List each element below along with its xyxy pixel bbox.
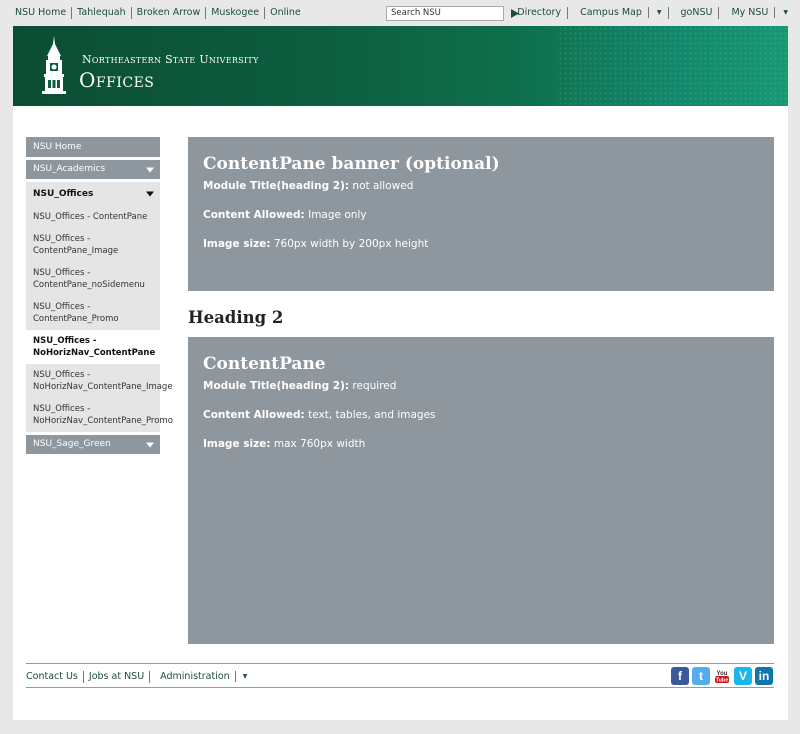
contentpane: ContentPane Module Title(heading 2): req… — [188, 337, 774, 644]
info-value: Image only — [308, 209, 367, 221]
sidebar-subitem-contentpane-promo[interactable]: NSU_Offices - ContentPane_Promo — [26, 296, 160, 330]
footer-administration-label: Administration — [155, 671, 236, 682]
pane-title: ContentPane — [203, 354, 326, 374]
search-input[interactable]: Search NSU — [386, 6, 504, 21]
campus-nav: NSU Home Tahlequah Broken Arrow Muskogee… — [10, 7, 306, 19]
university-name: Northeastern State University — [82, 53, 259, 66]
sidebar-subitem-contentpane[interactable]: NSU_Offices - ContentPane — [26, 206, 160, 228]
nav-directory[interactable]: Directory — [505, 7, 569, 19]
top-utility-bar: NSU Home Tahlequah Broken Arrow Muskogee… — [0, 0, 800, 26]
triangle-down-icon[interactable] — [146, 191, 154, 197]
facebook-icon[interactable]: f — [671, 667, 689, 685]
module-heading: Heading 2 — [188, 308, 284, 327]
info-label: Content Allowed: — [203, 209, 305, 221]
pane-info-line: Module Title(heading 2): not allowed — [203, 180, 759, 192]
nav-nsu-home[interactable]: NSU Home — [10, 7, 73, 19]
side-menu: NSU Home NSU_Academics NSU_Offices NSU_O… — [26, 137, 173, 454]
info-label: Module Title(heading 2): — [203, 180, 350, 192]
caret-down-icon: ▼ — [242, 673, 248, 680]
info-value: not allowed — [352, 180, 414, 192]
sidebar-subitem-nohoriznav-contentpane[interactable]: NSU_Offices - NoHorizNav_ContentPane — [26, 330, 160, 364]
vimeo-icon[interactable]: V — [734, 667, 752, 685]
page-container: Northeastern State University Offices NS… — [13, 26, 788, 720]
footer-nav: Contact Us Jobs at NSU Administration ▼ — [21, 671, 257, 683]
caret-down-icon: ▼ — [783, 9, 788, 16]
sidebar-item-label: NSU_Academics — [33, 164, 106, 174]
pane-info-line: Content Allowed: text, tables, and image… — [203, 409, 759, 421]
sidebar-subitem-nohoriznav-contentpane-image[interactable]: NSU_Offices - NoHorizNav_ContentPane_Ima… — [26, 364, 173, 398]
nav-my-nsu[interactable]: My NSU ▼ — [719, 7, 788, 19]
svg-text:Tube: Tube — [716, 678, 729, 684]
sidebar-item-label: NSU_Offices — [33, 189, 94, 199]
info-value: max 760px width — [273, 438, 366, 450]
info-value: text, tables, and images — [308, 409, 436, 421]
sidebar-item-offices[interactable]: NSU_Offices — [26, 182, 160, 206]
utility-nav: Directory Campus Map ▼ goNSU My NSU ▼ — [505, 7, 788, 19]
pane-info-line: Module Title(heading 2): required — [203, 380, 759, 392]
nav-broken-arrow[interactable]: Broken Arrow — [132, 7, 207, 19]
pane-title: ContentPane banner (optional) — [203, 154, 500, 174]
pane-info-line: Image size: 760px width by 200px height — [203, 238, 759, 250]
youtube-logo: You Tube — [715, 671, 729, 684]
contentpane-banner: ContentPane banner (optional) Module Tit… — [188, 137, 774, 291]
nav-online[interactable]: Online — [265, 7, 306, 19]
nav-directory-label: Directory — [517, 7, 562, 18]
nav-gonsu[interactable]: goNSU — [669, 7, 720, 19]
section-title: Offices — [79, 68, 155, 92]
footer-divider — [26, 687, 774, 688]
triangle-down-icon[interactable] — [146, 167, 154, 172]
twitter-icon[interactable]: t — [692, 667, 710, 685]
caret-down-icon: ▼ — [656, 9, 662, 16]
nav-campus-map[interactable]: Campus Map ▼ — [568, 7, 669, 19]
info-label: Image size: — [203, 238, 271, 250]
linkedin-icon[interactable]: in — [755, 667, 773, 685]
nav-gonsu-label: goNSU — [680, 7, 713, 18]
footer-jobs[interactable]: Jobs at NSU — [84, 671, 151, 683]
pane-info-line: Content Allowed: Image only — [203, 209, 759, 221]
sidebar-item-sage-green[interactable]: NSU_Sage_Green — [26, 435, 160, 454]
sidebar-subitem-nohoriznav-contentpane-promo[interactable]: NSU_Offices - NoHorizNav_ContentPane_Pro… — [26, 398, 173, 432]
sidebar-item-label: NSU_Sage_Green — [33, 439, 111, 449]
header-banner: Northeastern State University Offices — [13, 26, 788, 106]
footer-administration[interactable]: Administration ▼ — [150, 671, 257, 683]
sidebar-item-nsu-home[interactable]: NSU Home — [26, 137, 160, 157]
info-label: Content Allowed: — [203, 409, 305, 421]
nav-muskogee[interactable]: Muskogee — [206, 7, 266, 19]
social-links: f t You Tube V in — [671, 667, 773, 685]
info-value: required — [352, 380, 397, 392]
youtube-icon[interactable]: You Tube — [713, 667, 731, 685]
nav-tahlequah[interactable]: Tahlequah — [72, 7, 132, 19]
sidebar-item-academics[interactable]: NSU_Academics — [26, 160, 160, 179]
footer-divider — [26, 663, 774, 664]
info-label: Module Title(heading 2): — [203, 380, 350, 392]
sidebar-subitem-contentpane-image[interactable]: NSU_Offices - ContentPane_Image — [26, 228, 160, 262]
info-value: 760px width by 200px height — [273, 238, 429, 250]
nav-campus-map-label: Campus Map — [574, 7, 649, 18]
pane-info-line: Image size: max 760px width — [203, 438, 759, 450]
footer-contact-us[interactable]: Contact Us — [21, 671, 84, 683]
nav-my-nsu-label: My NSU — [725, 7, 776, 18]
seminary-tower-logo-icon[interactable] — [40, 36, 68, 96]
banner-pattern — [558, 26, 788, 106]
triangle-down-icon[interactable] — [146, 442, 154, 447]
sidebar-subitem-contentpane-nosidemenu[interactable]: NSU_Offices - ContentPane_noSidemenu — [26, 262, 160, 296]
info-label: Image size: — [203, 438, 271, 450]
